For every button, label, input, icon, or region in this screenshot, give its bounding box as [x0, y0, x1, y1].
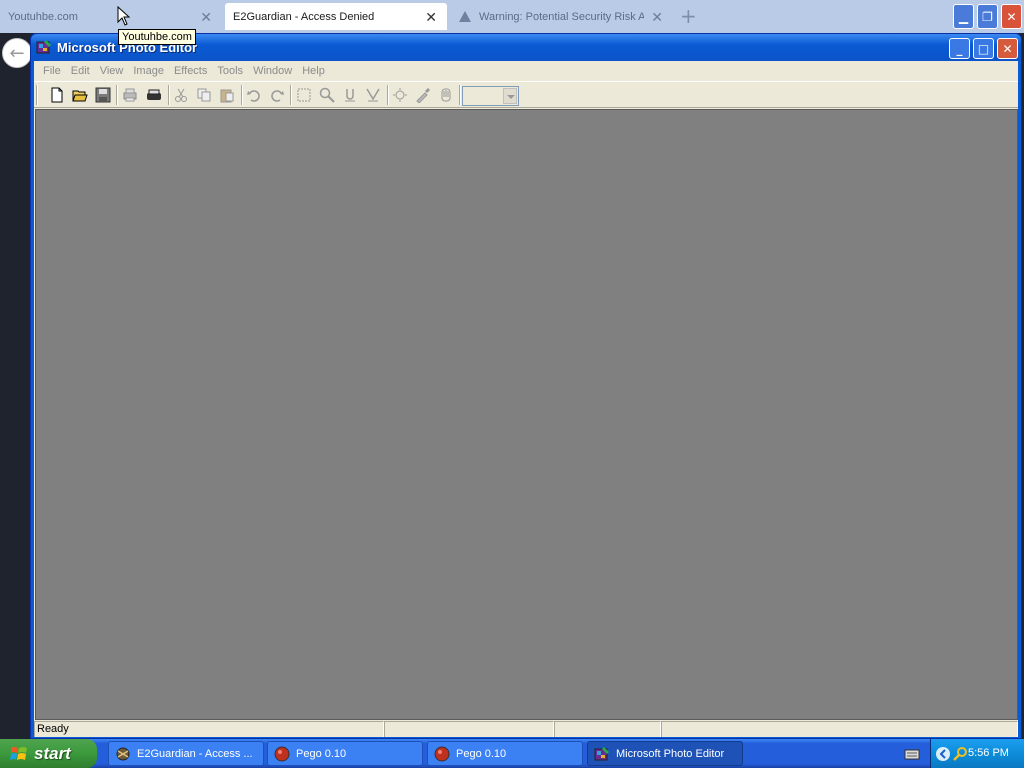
paste-icon[interactable] — [218, 86, 236, 104]
menu-effects[interactable]: Effects — [169, 65, 212, 77]
toolbar-grip — [36, 85, 38, 105]
tab-security-warning[interactable]: Warning: Potential Security Risk Ah ✕ — [451, 3, 673, 30]
undo-icon[interactable] — [245, 86, 263, 104]
pan-icon[interactable] — [437, 86, 455, 104]
chevron-down-icon[interactable] — [503, 88, 517, 104]
zoom-dropdown[interactable] — [462, 86, 519, 106]
status-pane-4 — [661, 721, 1018, 737]
copy-icon[interactable] — [195, 86, 213, 104]
toolbar-separator — [168, 85, 170, 105]
toolbar — [34, 81, 1018, 108]
taskbar-item-pego-1[interactable]: Pego 0.10 — [267, 741, 423, 766]
back-arrow-icon[interactable]: ← — [2, 38, 32, 68]
pego-icon — [274, 746, 290, 761]
menu-image[interactable]: Image — [128, 65, 169, 77]
redo-icon[interactable] — [268, 86, 286, 104]
taskbar-item-pego-2[interactable]: Pego 0.10 — [427, 741, 583, 766]
menu-help[interactable]: Help — [297, 65, 330, 77]
tab-label: Warning: Potential Security Risk Ah — [479, 10, 644, 23]
toolbar-separator — [387, 85, 389, 105]
cut-icon[interactable] — [172, 86, 190, 104]
menu-tools[interactable]: Tools — [212, 65, 248, 77]
browser-close-button[interactable]: ✕ — [1001, 4, 1022, 29]
taskbar: start E2Guardian - Access ... Pego 0.10 … — [0, 739, 1024, 768]
photo-editor-app-icon — [36, 40, 51, 54]
clock: 5:56 PM — [968, 747, 1009, 759]
photo-editor-icon — [594, 746, 609, 760]
status-text: Ready — [34, 721, 384, 737]
close-button[interactable]: ✕ — [997, 38, 1018, 59]
save-icon[interactable] — [94, 86, 112, 104]
window-client-area: File Edit View Image Effects Tools Windo… — [34, 61, 1018, 737]
photo-editor-window: Microsoft Photo Editor _ □ ✕ File Edit V… — [30, 33, 1022, 739]
transparent-icon[interactable] — [391, 86, 409, 104]
toolbar-separator — [116, 85, 118, 105]
taskbar-item-label: Pego 0.10 — [456, 747, 507, 760]
smudge-icon[interactable] — [341, 86, 359, 104]
tab-youtuhbe[interactable]: Youtuhbe.com ✕ — [0, 3, 222, 30]
warning-icon — [459, 11, 471, 22]
mouse-cursor-icon — [117, 6, 131, 26]
start-label: start — [34, 743, 71, 763]
menu-edit[interactable]: Edit — [66, 65, 95, 77]
new-tab-plus-icon[interactable]: + — [680, 4, 697, 28]
search-icon[interactable] — [953, 746, 969, 762]
menu-window[interactable]: Window — [248, 65, 297, 77]
menu-bar: File Edit View Image Effects Tools Windo… — [34, 61, 1018, 81]
tab-label: E2Guardian - Access Denied — [233, 10, 375, 23]
zoom-icon[interactable] — [318, 86, 336, 104]
toolbar-separator — [459, 85, 461, 105]
taskbar-item-photo-editor[interactable]: Microsoft Photo Editor — [587, 741, 743, 766]
status-pane-3 — [554, 721, 661, 737]
menu-view[interactable]: View — [95, 65, 129, 77]
taskbar-item-label: Pego 0.10 — [296, 747, 347, 760]
tab-e2guardian[interactable]: E2Guardian - Access Denied ✕ — [225, 3, 447, 30]
maximize-button[interactable]: □ — [973, 38, 994, 59]
status-pane-2 — [384, 721, 554, 737]
close-tab-icon[interactable]: ✕ — [425, 9, 437, 26]
select-icon[interactable] — [295, 86, 313, 104]
taskbar-item-label: E2Guardian - Access ... — [137, 747, 253, 760]
image-workspace[interactable] — [35, 109, 1018, 720]
sharpen-icon[interactable] — [364, 86, 382, 104]
browser-restore-button[interactable]: ❐ — [977, 4, 998, 29]
open-icon[interactable] — [71, 86, 89, 104]
start-button[interactable]: start — [0, 739, 97, 768]
close-tab-icon[interactable]: ✕ — [200, 9, 212, 26]
browser-background — [0, 33, 30, 739]
chevron-left-icon[interactable] — [935, 746, 951, 762]
keyboard-icon[interactable] — [904, 747, 920, 761]
browser-icon — [116, 747, 130, 760]
close-tab-icon[interactable]: ✕ — [651, 9, 663, 26]
browser-minimize-button[interactable]: ▁ — [953, 4, 974, 29]
tab-tooltip: Youtuhbe.com — [118, 29, 196, 45]
print-icon[interactable] — [121, 86, 139, 104]
toolbar-separator — [290, 85, 292, 105]
pego-icon — [434, 746, 450, 761]
status-bar: Ready — [34, 721, 1018, 737]
minimize-button[interactable]: _ — [949, 38, 970, 59]
tab-label: Youtuhbe.com — [8, 10, 78, 23]
windows-logo-icon — [10, 746, 27, 760]
new-icon[interactable] — [48, 86, 66, 104]
taskbar-item-e2guardian[interactable]: E2Guardian - Access ... — [108, 741, 264, 766]
taskbar-item-label: Microsoft Photo Editor — [616, 747, 725, 760]
scan-icon[interactable] — [145, 86, 163, 104]
eyedropper-icon[interactable] — [414, 86, 432, 104]
menu-file[interactable]: File — [38, 65, 66, 77]
toolbar-separator — [241, 85, 243, 105]
